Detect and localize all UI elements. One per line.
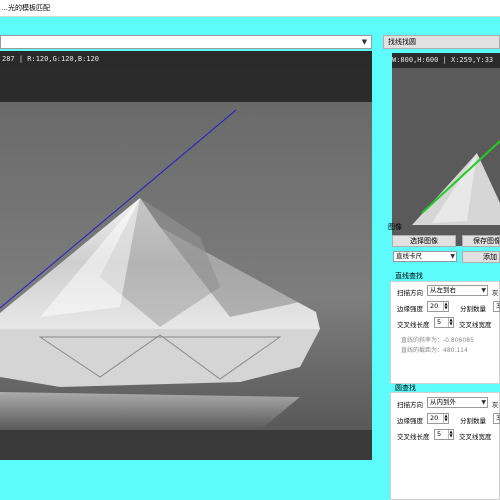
chevron-down-icon[interactable]: ▼ — [359, 37, 370, 47]
circle-sub-count-label: 分割数量 — [460, 417, 486, 425]
line-intercept-result: 直线的截距为：480.114 — [401, 347, 468, 354]
line-edge-strength-label: 边缘强度 — [397, 305, 423, 313]
line-cross-length-value: 5 — [437, 318, 442, 326]
tool-type-combo[interactable]: 直线卡尺 ▼ — [393, 251, 457, 262]
circle-sub-count-spin[interactable]: 30 — [493, 413, 500, 424]
spin-updown-icon[interactable]: ▲ ▼ — [443, 302, 448, 311]
circle-cross-length-spin[interactable]: 5 ▲ ▼ — [434, 429, 454, 440]
chevron-down-icon: ▼ — [481, 399, 486, 406]
circle-polarity-label: 灰 — [492, 401, 499, 409]
line-scan-direction-combo[interactable]: 从左到右 ▼ — [427, 285, 488, 296]
window-title: …光的模板匹配 — [1, 4, 50, 12]
line-edge-strength-spin[interactable]: 20 ▲ ▼ — [427, 301, 449, 312]
title-bar: …光的模板匹配 — [0, 0, 500, 17]
spin-updown-icon[interactable]: ▲ ▼ — [443, 414, 448, 423]
select-image-button[interactable]: 选择图像 — [392, 235, 456, 247]
tool-type-combo-value: 直线卡尺 — [396, 252, 422, 260]
circle-edge-strength-label: 边缘强度 — [397, 417, 423, 425]
chevron-down-icon: ▼ — [481, 287, 486, 294]
circle-cross-length-label: 交叉线长度 — [397, 433, 430, 441]
find-line-circle-button[interactable]: 找线找圆 — [383, 35, 500, 49]
line-cross-width-label: 交叉线宽度 — [459, 321, 492, 329]
diamond-image — [0, 109, 320, 430]
diamond-pavilion — [0, 329, 320, 387]
line-scan-direction-label: 扫描方向 — [397, 289, 423, 297]
save-image-button[interactable]: 保存图像 — [462, 235, 500, 247]
spin-updown-icon[interactable]: ▲ ▼ — [448, 318, 453, 327]
diamond-reflection — [0, 392, 300, 430]
circle-cross-width-label: 交叉线宽度 — [459, 433, 492, 441]
line-group-title: 直线查找 — [395, 272, 423, 280]
image-section-label: 图像 — [388, 223, 402, 231]
thumbnail-view[interactable]: W:800,H:600 | X:259,Y:33 — [392, 53, 500, 246]
pixel-info-text: 287 | R:120,G:120,B:120 — [2, 55, 99, 63]
line-polarity-label: 灰 — [492, 289, 499, 297]
line-edge-strength-value: 20 — [430, 302, 439, 310]
circle-edge-strength-value: 20 — [430, 414, 439, 422]
image-source-combo[interactable]: ▼ — [0, 35, 372, 49]
circle-edge-strength-spin[interactable]: 20 ▲ ▼ — [427, 413, 449, 424]
line-sub-count-spin[interactable]: 30 — [493, 301, 500, 312]
circle-scan-direction-combo[interactable]: 从内到外 ▼ — [427, 397, 488, 408]
main-image-view[interactable] — [0, 67, 372, 460]
line-cross-length-label: 交叉线长度 — [397, 321, 430, 329]
circle-scan-direction-label: 扫描方向 — [397, 401, 423, 409]
right-panel: 找线找圆 W:800,H:600 | X:259,Y:33 图像 选择图像 保存… — [383, 35, 500, 500]
line-cross-length-spin[interactable]: 5 ▲ ▼ — [434, 317, 454, 328]
pixel-info-bar: 287 | R:120,G:120,B:120 — [0, 51, 372, 67]
add-tool-button[interactable]: 添加 — [462, 251, 500, 263]
chevron-down-icon: ▼ — [450, 253, 455, 260]
spin-updown-icon[interactable]: ▲ ▼ — [448, 430, 453, 439]
line-slope-result: 直线的斜率为：-0.806085 — [401, 337, 474, 344]
line-sub-count-label: 分割数量 — [460, 305, 486, 313]
circle-scan-direction-value: 从内到外 — [430, 398, 456, 406]
line-scan-direction-value: 从左到右 — [430, 286, 456, 294]
line-sub-count-value: 30 — [496, 302, 500, 310]
thumbnail-image — [392, 68, 500, 246]
circle-sub-count-value: 30 — [496, 414, 500, 422]
circle-cross-length-value: 5 — [437, 430, 442, 438]
